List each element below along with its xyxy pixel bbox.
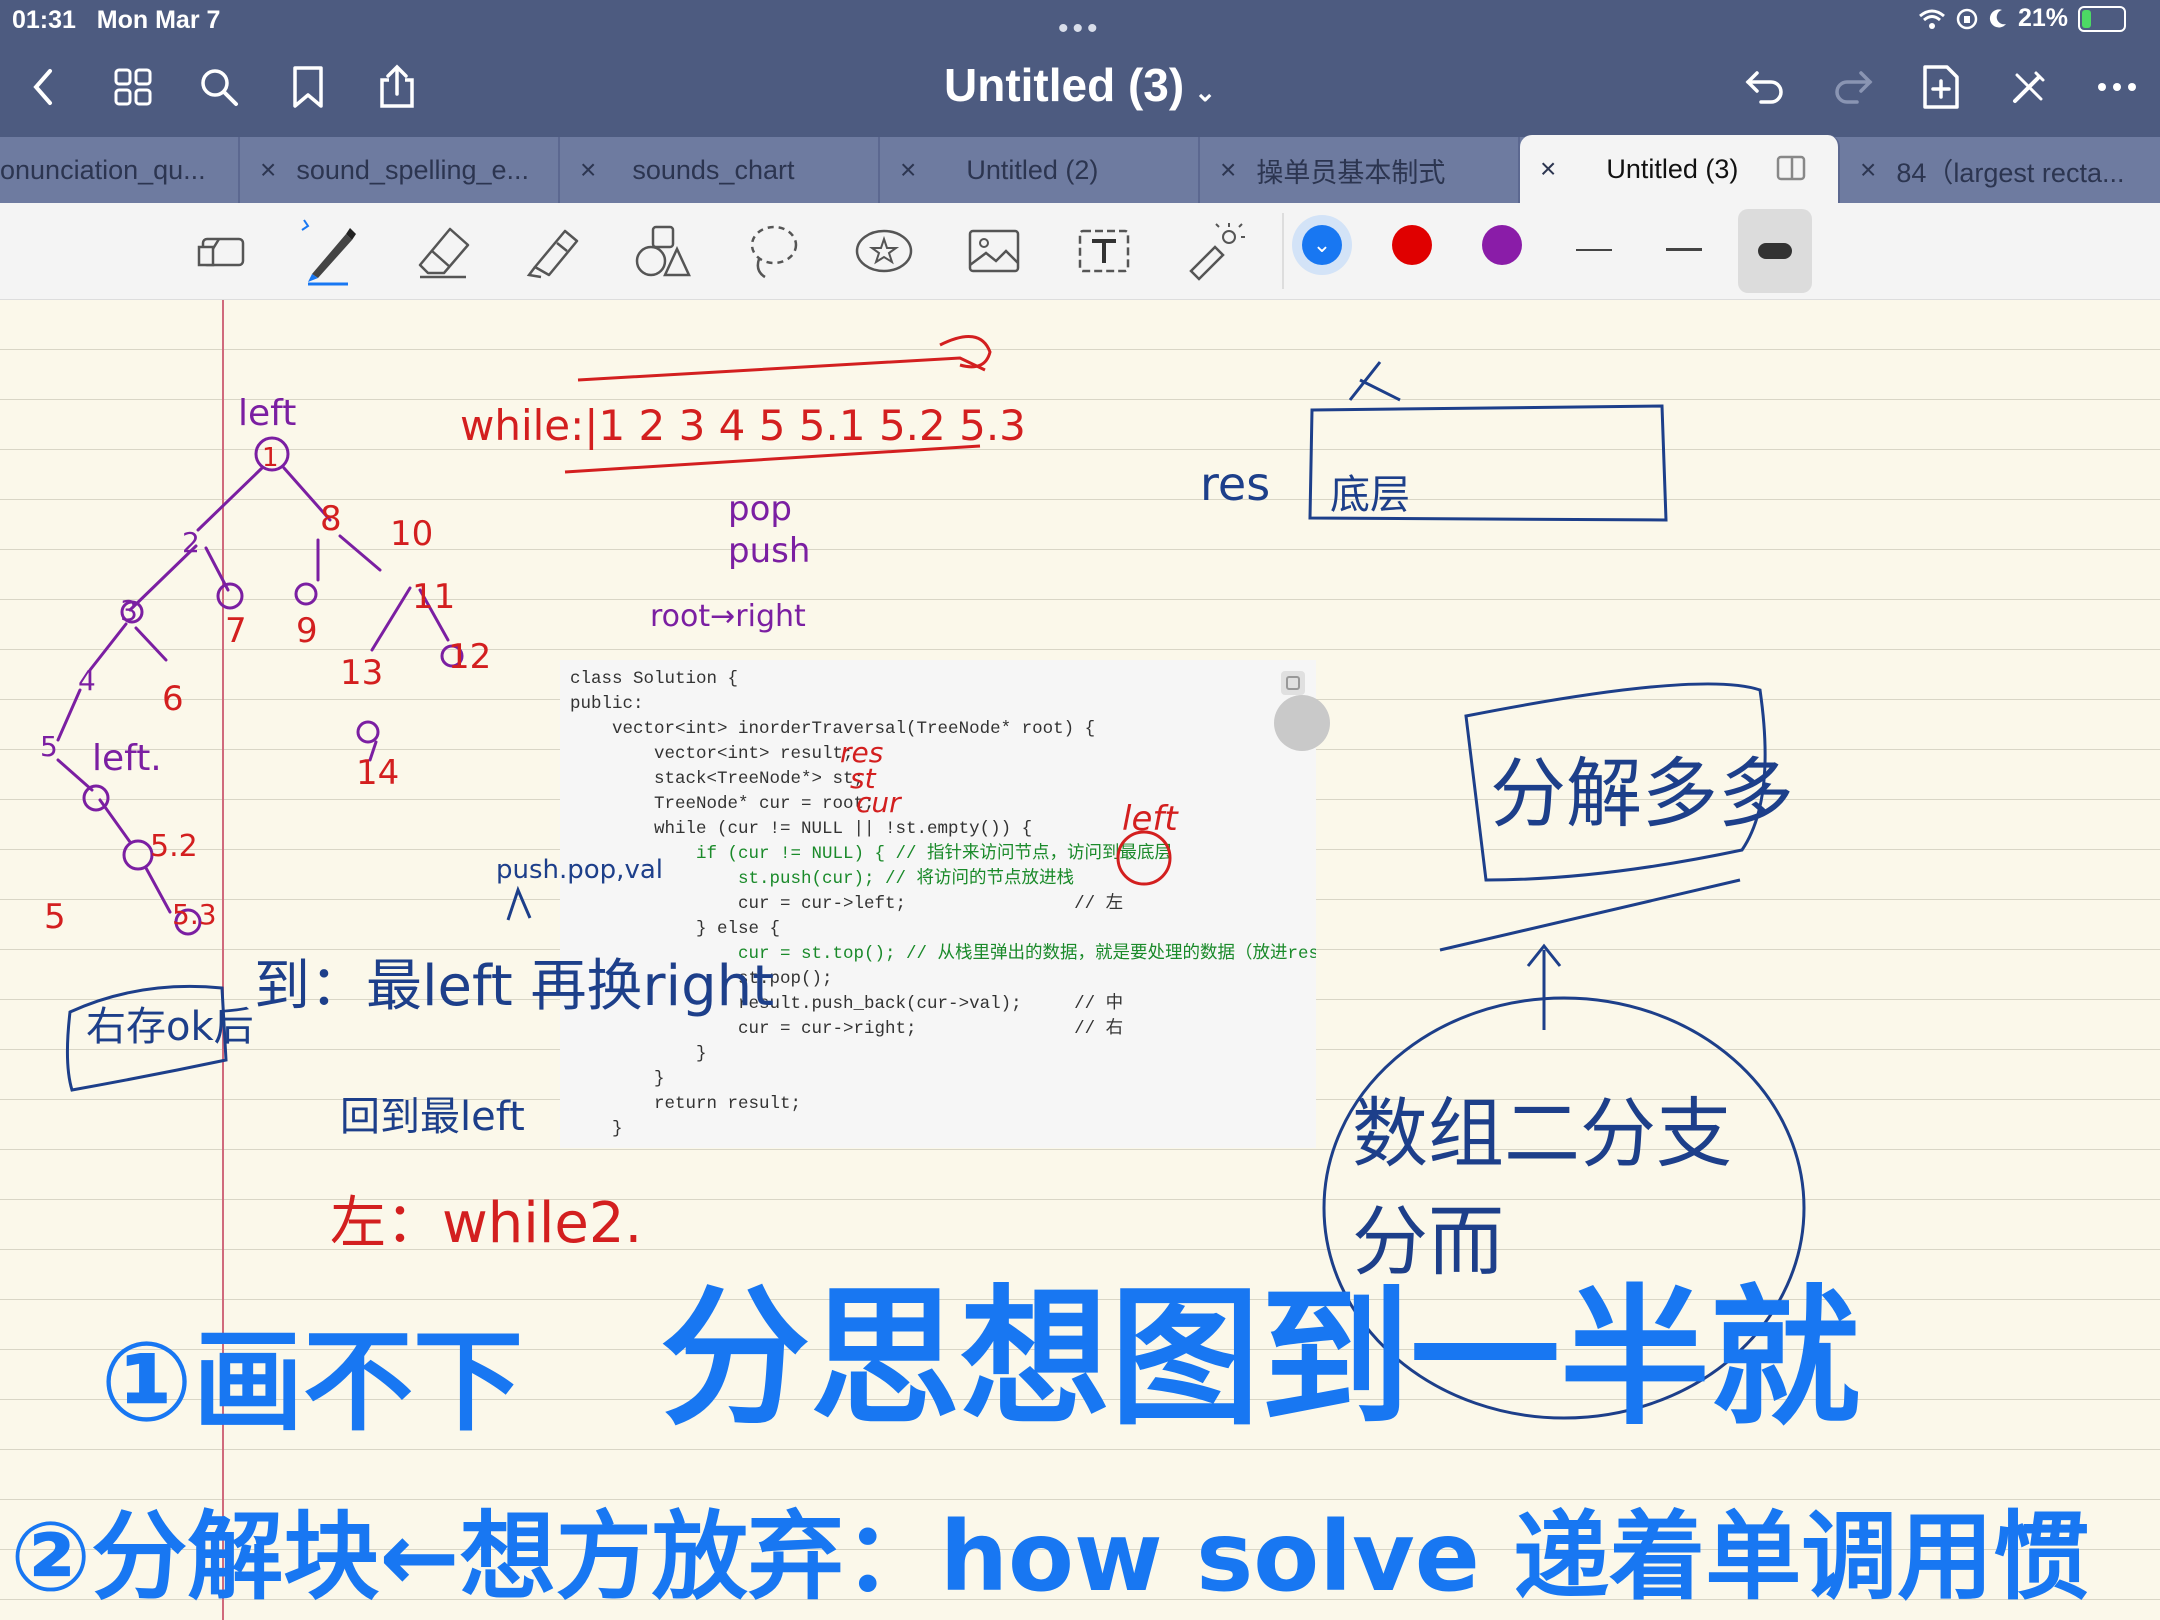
svg-text:底层: 底层 (1330, 472, 1410, 518)
svg-text:while:|1 2 3 4 5 5.1 5.2 5.3: while:|1 2 3 4 5 5.1 5.2 5.3 (460, 401, 1026, 450)
svg-text:5.3: 5.3 (172, 898, 217, 931)
label-left-mid: left. (92, 738, 162, 779)
svg-text:12: 12 (448, 637, 491, 677)
tree-numbers: 1 8 10 7 9 6 11 13 12 14 5 5.2 5.3 (44, 443, 491, 937)
big-note-2: 分思想图到一半就 (660, 1272, 1860, 1446)
left-while2-note: 左：while2. (330, 1191, 642, 1256)
svg-text:2: 2 (182, 526, 200, 559)
right-circle-text-top: 数组二分支 (1352, 1089, 1732, 1178)
big-note-1: ①画不下 (100, 1318, 523, 1446)
svg-text:8: 8 (320, 499, 342, 539)
svg-text:root→right: root→right (650, 599, 806, 634)
big-note-3: ②分解块←想方放弃：how solve 递着单调用惯 (10, 1501, 2089, 1613)
svg-text:4: 4 (78, 664, 96, 697)
svg-text:右存ok后: 右存ok后 (86, 1004, 254, 1050)
svg-text:14: 14 (356, 753, 399, 793)
svg-text:1: 1 (262, 443, 279, 473)
code-annotations: res st cur left (840, 736, 1179, 839)
svg-text:10: 10 (390, 514, 433, 554)
pop-push-note: pop push root→right (650, 489, 810, 634)
label-left-top: left (238, 393, 296, 434)
svg-text:push.pop,val: push.pop,val (496, 855, 663, 885)
while-row-note: while:|1 2 3 4 5 5.1 5.2 5.3 (460, 335, 1026, 474)
right-box-text: 分解多多 (1490, 749, 1794, 838)
svg-text:到：最left 再换right: 到：最left 再换right (254, 954, 774, 1019)
svg-text:6: 6 (162, 679, 184, 719)
svg-text:cur: cur (856, 786, 902, 819)
handwriting-layer: left left. 2 4 5 3 1 8 10 7 9 6 11 13 12 14 … (10, 335, 2089, 1613)
svg-text:3: 3 (120, 594, 138, 627)
svg-text:pop: pop (728, 489, 792, 529)
binary-tree-drawing (56, 436, 464, 936)
svg-text:5: 5 (44, 897, 66, 937)
svg-text:7: 7 (225, 611, 247, 651)
svg-text:13: 13 (340, 653, 383, 693)
svg-text:5: 5 (40, 730, 58, 763)
svg-text:9: 9 (296, 611, 318, 651)
res-box-text: res 底层 (1200, 457, 1410, 518)
svg-text:11: 11 (412, 577, 455, 617)
svg-text:回到最left: 回到最left (340, 1094, 525, 1140)
tree-labels: left left. 2 4 5 3 (40, 393, 296, 779)
svg-text:5.2: 5.2 (150, 829, 198, 864)
big-notes: ①画不下 分思想图到一半就 ②分解块←想方放弃：how solve 递着单调用惯 (10, 1272, 2089, 1613)
svg-text:res: res (1200, 457, 1270, 511)
svg-text:push: push (728, 531, 810, 571)
